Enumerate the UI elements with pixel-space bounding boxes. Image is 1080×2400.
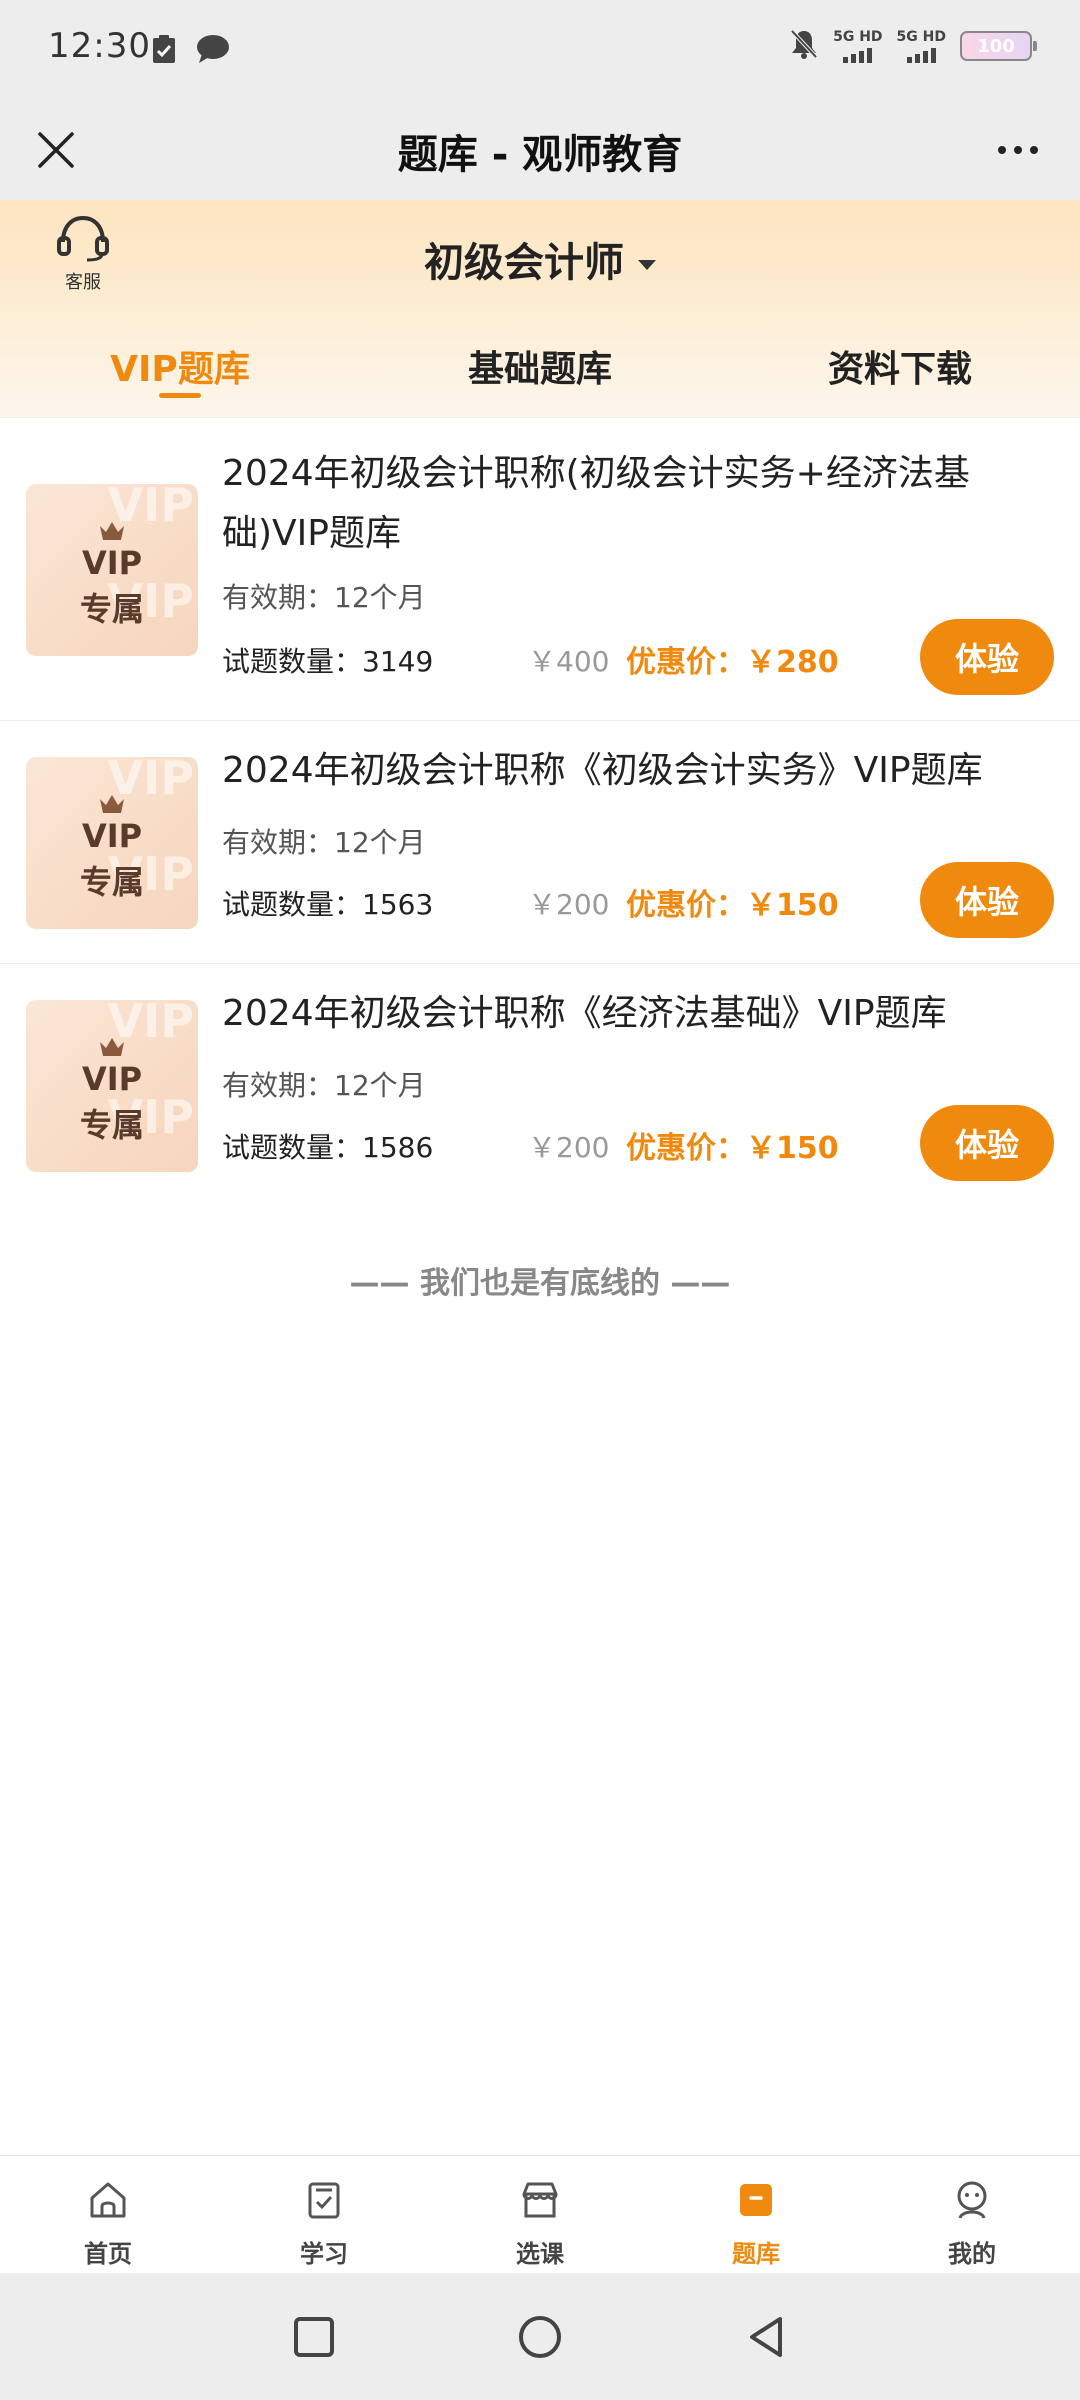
active-tab-indicator	[159, 393, 201, 398]
nav-profile[interactable]: 我的	[864, 2156, 1080, 2273]
item-question-count: 试题数量：3149	[222, 645, 434, 678]
nav-label: 首页	[84, 2240, 132, 2268]
try-button[interactable]: 体验	[920, 1105, 1054, 1181]
status-bar: 12:30 5G HD 5G HD 100	[0, 0, 1080, 100]
network-label-2: 5G HD	[896, 29, 946, 45]
category-label: 初级会计师	[424, 240, 624, 286]
list-item[interactable]: VIP VIP VIP 专属 2024年初级会计职称《经济法基础》VIP题库 有…	[0, 964, 1080, 1207]
signal-5g-2: 5G HD	[897, 29, 946, 63]
item-sale-price: 优惠价：￥150	[626, 888, 839, 923]
bell-off-icon	[789, 28, 819, 64]
more-dot	[998, 146, 1006, 154]
nav-label: 我的	[948, 2240, 996, 2268]
category-selector[interactable]: 初级会计师	[0, 230, 1080, 288]
item-original-price: ￥200	[528, 1131, 610, 1164]
item-validity: 有效期：12个月	[222, 1069, 426, 1102]
app-header: 题库 - 观师教育	[0, 100, 1080, 200]
item-sale-price: 优惠价：￥150	[626, 1131, 839, 1166]
network-label-1: 5G HD	[833, 29, 883, 45]
crown-icon	[100, 795, 124, 813]
tab-basic[interactable]: 基础题库	[360, 330, 720, 410]
system-nav-bar	[0, 2273, 1080, 2400]
more-dot	[1030, 146, 1038, 154]
end-of-list-note: —— 我们也是有底线的 ——	[349, 1266, 731, 1301]
thumbnail-exclusive-text: 专属	[79, 1106, 144, 1144]
store-icon	[522, 2182, 558, 2218]
list-item[interactable]: VIP VIP VIP 专属 2024年初级会计职称(初级会计实务+经济法基础)…	[0, 418, 1080, 721]
message-icon	[196, 34, 230, 68]
thumbnail-exclusive-text: 专属	[79, 863, 144, 901]
question-bank-list: VIP VIP VIP 专属 2024年初级会计职称(初级会计实务+经济法基础)…	[0, 418, 1080, 1207]
back-icon[interactable]	[744, 2313, 788, 2361]
list-item[interactable]: VIP VIP VIP 专属 2024年初级会计职称《初级会计实务》VIP题库 …	[0, 721, 1080, 964]
signal-bars-icon	[906, 45, 936, 63]
try-button[interactable]: 体验	[920, 619, 1054, 695]
home-button-icon[interactable]	[516, 2313, 564, 2361]
tab-downloads[interactable]: 资料下载	[720, 330, 1080, 410]
battery-level: 100	[977, 35, 1015, 57]
nav-label: 学习	[300, 2240, 348, 2268]
nav-label: 题库	[732, 2240, 780, 2268]
more-dot	[1014, 146, 1022, 154]
status-icons: 5G HD 5G HD 100	[789, 28, 1037, 64]
item-question-count: 试题数量：1586	[222, 1131, 434, 1164]
item-title: 2024年初级会计职称(初级会计实务+经济法基础)VIP题库	[222, 453, 970, 554]
status-time: 12:30	[48, 26, 151, 66]
recent-apps-icon[interactable]	[292, 2315, 336, 2359]
thumbnail-vip-text: VIP	[81, 544, 143, 582]
crown-icon	[100, 1038, 124, 1056]
item-question-count: 试题数量：1563	[222, 888, 434, 921]
thumbnail-exclusive-text: 专属	[79, 590, 144, 628]
caret-down-icon	[638, 260, 656, 270]
crown-icon	[100, 522, 124, 540]
item-validity: 有效期：12个月	[222, 826, 426, 859]
battery-icon: 100	[960, 31, 1037, 61]
tab-bar: VIP题库 基础题库 资料下载	[0, 330, 1080, 410]
bottom-nav: 首页 学习 选课 题库 我的	[0, 2155, 1080, 2273]
vip-thumbnail: VIP VIP VIP 专属	[26, 1000, 198, 1172]
tab-vip[interactable]: VIP题库	[0, 330, 360, 410]
thumbnail-vip-text: VIP	[81, 1060, 143, 1098]
clipboard-icon	[152, 34, 176, 68]
item-original-price: ￥400	[528, 645, 610, 678]
study-icon	[308, 2182, 340, 2219]
thumbnail-vip-text: VIP	[81, 817, 143, 855]
item-title: 2024年初级会计职称《经济法基础》VIP题库	[222, 993, 947, 1034]
tab-label: 基础题库	[467, 349, 612, 390]
item-sale-price: 优惠价：￥280	[626, 645, 839, 680]
vip-thumbnail: VIP VIP VIP 专属	[26, 757, 198, 929]
tab-label: 资料下载	[827, 349, 972, 390]
vip-thumbnail: VIP VIP VIP 专属	[26, 484, 198, 656]
nav-courses[interactable]: 选课	[432, 2156, 648, 2273]
tab-label: VIP题库	[110, 349, 250, 390]
item-validity: 有效期：12个月	[222, 581, 426, 614]
page-title: 题库 - 观师教育	[397, 132, 683, 178]
nav-home[interactable]: 首页	[0, 2156, 216, 2273]
more-options-button[interactable]	[986, 122, 1050, 178]
top-band: 客服 初级会计师 VIP题库 基础题库 资料下载	[0, 200, 1080, 418]
nav-question-bank[interactable]: 题库	[648, 2156, 864, 2273]
signal-5g-1: 5G HD	[833, 29, 883, 63]
try-button[interactable]: 体验	[920, 862, 1054, 938]
item-original-price: ￥200	[528, 888, 610, 921]
nav-label: 选课	[516, 2240, 564, 2268]
signal-bars-icon	[843, 45, 873, 63]
question-bank-icon	[740, 2184, 772, 2216]
nav-study[interactable]: 学习	[216, 2156, 432, 2273]
home-icon	[90, 2182, 126, 2218]
item-title: 2024年初级会计职称《初级会计实务》VIP题库	[222, 750, 983, 791]
profile-icon	[957, 2181, 987, 2219]
